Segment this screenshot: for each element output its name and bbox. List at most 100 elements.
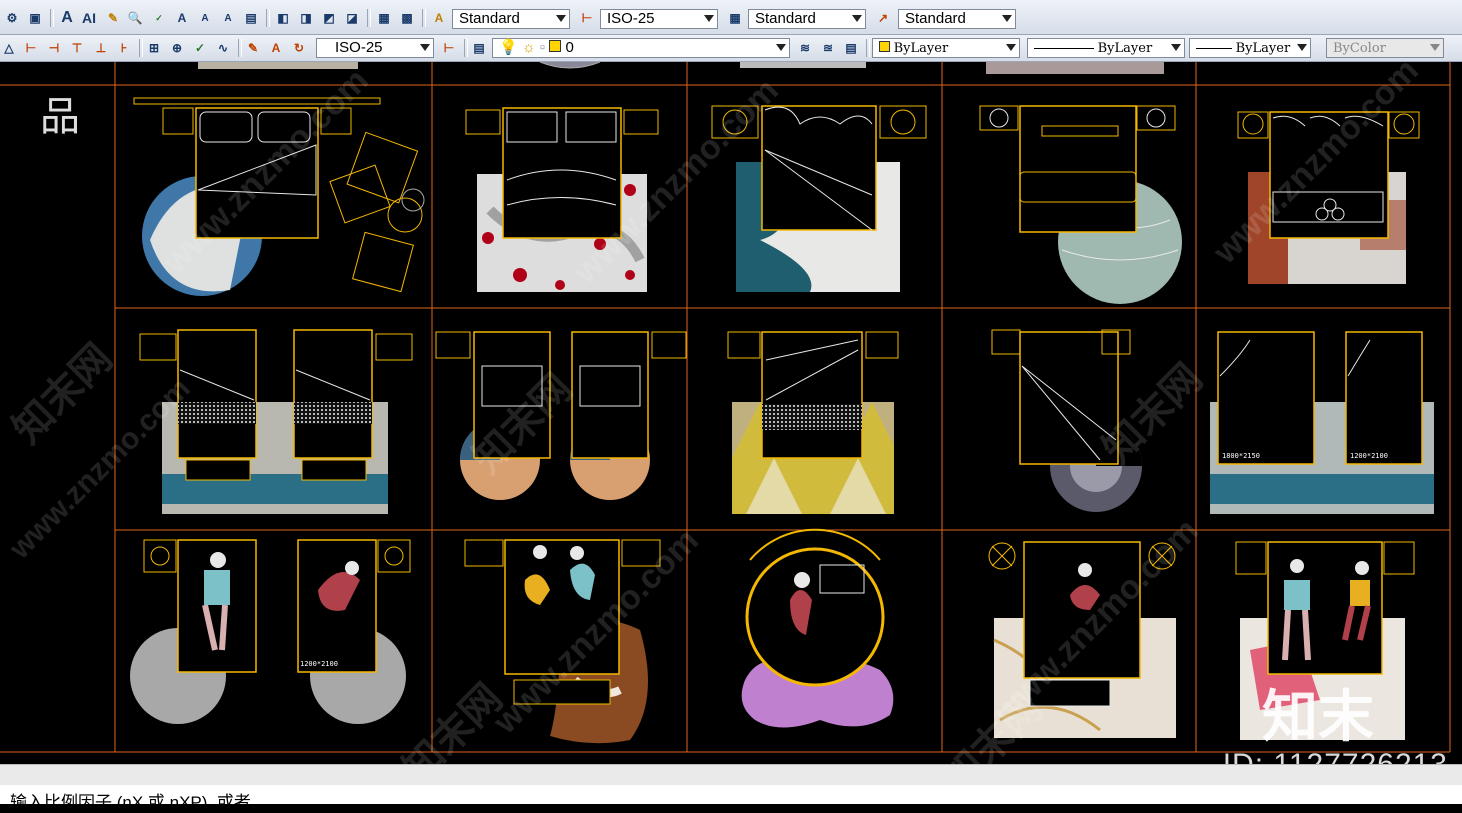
dim-edit-icon[interactable]: ✎ [244, 39, 262, 57]
layer-properties-icon[interactable]: ▤ [470, 39, 488, 57]
jogged-linear-icon[interactable]: ∿ [214, 39, 232, 57]
text-front-icon[interactable]: ▦ [375, 9, 393, 27]
draworder-front-icon[interactable]: ◧ [274, 9, 292, 27]
linetype-dropdown[interactable]: ByLayer [1027, 38, 1185, 58]
drawing-canvas[interactable]: 1800*2150 1200*2100 1200*2100 www.znzmo.… [0, 62, 1462, 764]
toolbar-styles: ⚙ ▣ A AI ✎ 🔍 ✓ A A A ▤ ◧ ◨ ◩ ◪ ▦ ▩ A Sta… [0, 0, 1462, 35]
dimension-label: 1200*2100 [1350, 452, 1388, 460]
znzmo-logo: 知末 [1262, 685, 1374, 748]
dim-text-edit-icon[interactable]: A [267, 39, 285, 57]
cad-drawing [0, 62, 1451, 753]
color-dropdown[interactable]: ByLayer [872, 38, 1020, 58]
sun-icon: ☼ [521, 39, 536, 56]
text-style-icon[interactable]: A [173, 9, 191, 27]
draworder-under-icon[interactable]: ◪ [343, 9, 361, 27]
color-swatch [879, 41, 890, 52]
dimension-label: 1200*2100 [300, 660, 338, 668]
chevron-down-icon [1002, 15, 1012, 22]
separator [139, 39, 143, 57]
chevron-down-icon [852, 15, 862, 22]
bed-layout-6 [139, 329, 413, 514]
layer-state-icon[interactable]: ▤ [842, 39, 860, 57]
make-current-layer-icon[interactable]: ≋ [796, 39, 814, 57]
spellcheck-icon[interactable]: ✓ [150, 9, 168, 27]
bed-layout-14 [988, 541, 1176, 738]
partial-rug [198, 62, 358, 69]
mleader-style-value: Standard [905, 10, 966, 27]
scale-text-icon[interactable]: A [196, 9, 214, 27]
linetype-sample [1034, 48, 1094, 50]
command-line-area[interactable]: 输入比例因子 (nX 或 nXP), 或者 [0, 764, 1462, 812]
lineweight-value: ByLayer [1235, 41, 1291, 56]
chevron-down-icon [776, 44, 786, 51]
separator [464, 39, 468, 57]
bed-layout-13 [741, 528, 894, 728]
bed-layout-9 [991, 329, 1142, 512]
chevron-down-icon [1430, 44, 1440, 51]
text-style-value: Standard [459, 10, 520, 27]
continue-dim-icon[interactable]: ⊦ [115, 39, 133, 57]
dim-style-manager-icon[interactable]: ⊢ [440, 39, 458, 57]
dimension-style-icon[interactable]: ⊢ [578, 9, 596, 27]
chevron-down-icon [556, 15, 566, 22]
gear-icon[interactable]: ⚙ [3, 9, 21, 27]
table-style-icon[interactable]: ▦ [726, 9, 744, 27]
lightbulb-icon: 💡 [499, 39, 518, 56]
find-icon[interactable]: 🔍 [126, 9, 144, 27]
hatch-back-icon[interactable]: ▩ [398, 9, 416, 27]
partial-rug [986, 62, 1164, 74]
ordinate-dim-icon[interactable]: ⊤ [68, 39, 86, 57]
color-value: ByLayer [893, 41, 949, 56]
dim-style-value: ISO-25 [607, 10, 655, 27]
partial-rug [740, 62, 866, 68]
lineweight-dropdown[interactable]: ByLayer [1189, 38, 1311, 58]
multileader-style-icon[interactable]: ↗ [874, 9, 892, 27]
arc-dim-icon[interactable]: ⊣ [45, 39, 63, 57]
mtext-icon[interactable]: AI [80, 9, 98, 27]
aligned-dim-icon[interactable]: ⊢ [22, 39, 40, 57]
bed-layout-12 [464, 539, 661, 744]
text-style-dropdown[interactable]: Standard [452, 9, 570, 29]
separator [367, 9, 371, 27]
linear-dim-icon[interactable]: △ [0, 39, 18, 57]
table-style-dropdown[interactable]: Standard [748, 9, 866, 29]
chevron-down-icon [1006, 44, 1016, 51]
text-style-manager-icon[interactable]: A [430, 9, 448, 27]
separator [238, 39, 242, 57]
chevron-down-icon [1171, 44, 1181, 51]
draworder-above-icon[interactable]: ◩ [320, 9, 338, 27]
table-style-value: Standard [755, 10, 816, 27]
chevron-down-icon [420, 44, 430, 51]
bed-layout-5 [1237, 111, 1420, 284]
layer-dropdown[interactable]: 💡 ☼ ▫ 0 [492, 38, 790, 58]
bed-layout-2 [465, 107, 659, 292]
justify-text-icon[interactable]: A [219, 9, 237, 27]
chevron-down-icon [704, 15, 714, 22]
dim-style-control[interactable]: ISO-25 [316, 38, 434, 58]
chevron-down-icon [1297, 44, 1307, 51]
layer-name: 0 [565, 39, 574, 56]
select-frame-icon[interactable]: ▣ [26, 9, 44, 27]
mleader-style-dropdown[interactable]: Standard [898, 9, 1016, 29]
center-mark-icon[interactable]: ⊕ [168, 39, 186, 57]
bed-layout-3 [711, 105, 927, 292]
text-icon[interactable]: A [58, 9, 76, 27]
dim-update-icon[interactable]: ↻ [290, 39, 308, 57]
baseline-dim-icon[interactable]: ⊥ [92, 39, 110, 57]
convert-text-icon[interactable]: ▤ [242, 9, 260, 27]
tolerance-icon[interactable]: ⊞ [145, 39, 163, 57]
separator [266, 9, 270, 27]
plotstyle-dropdown[interactable]: ByColor [1326, 38, 1444, 58]
inspect-icon[interactable]: ✓ [191, 39, 209, 57]
toolbar-layers: △ ⊢ ⊣ ⊤ ⊥ ⊦ ⊞ ⊕ ✓ ∿ ✎ A ↻ ISO-25 ⊢ ▤ 💡 ☼… [0, 35, 1462, 62]
dim-style-value: ISO-25 [335, 39, 383, 56]
dim-style-dropdown[interactable]: ISO-25 [600, 9, 718, 29]
lock-icon: ▫ [539, 39, 546, 56]
separator [866, 39, 870, 57]
partial-rug [539, 62, 601, 69]
edit-text-icon[interactable]: ✎ [104, 9, 122, 27]
draworder-back-icon[interactable]: ◨ [297, 9, 315, 27]
separator [50, 9, 54, 27]
layer-previous-icon[interactable]: ≊ [819, 39, 837, 57]
dimension-label: 1800*2150 [1222, 452, 1260, 460]
